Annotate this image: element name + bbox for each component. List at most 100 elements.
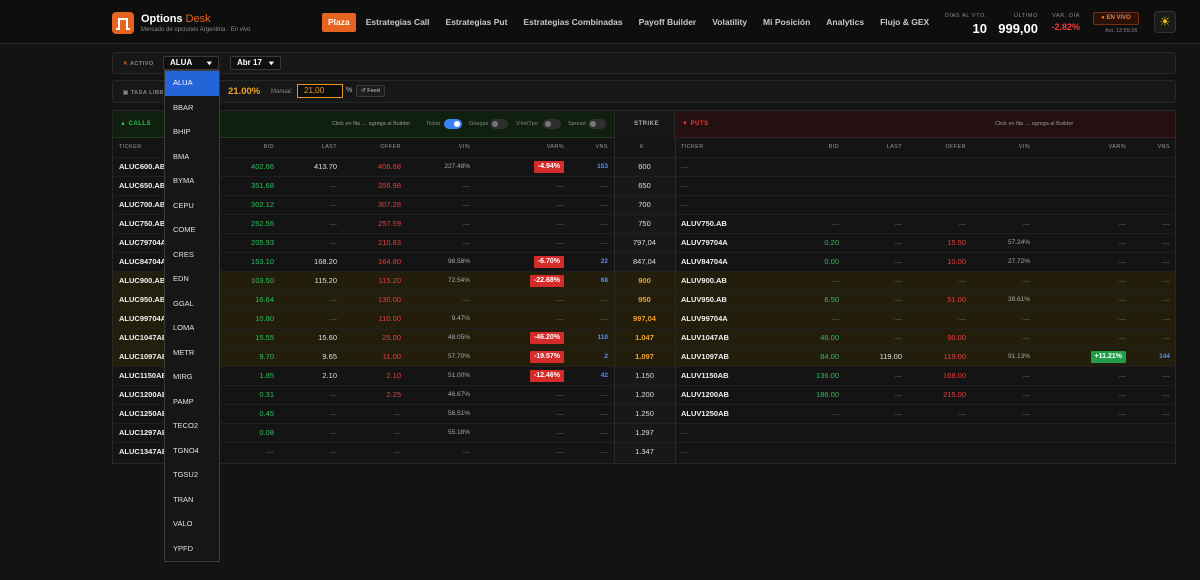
call-cell: ALUC79704A bbox=[119, 238, 167, 247]
live-badge: ● EN VIVO bbox=[1093, 12, 1139, 25]
main-nav: Plaza Estrategias Call Estrategias Put Estr… bbox=[322, 13, 935, 32]
dropdown-option-valo[interactable]: VALO bbox=[165, 512, 219, 537]
nav-tab-plaza[interactable]: Plaza bbox=[322, 13, 356, 32]
call-cell: — bbox=[329, 428, 338, 437]
manual-rate-input[interactable]: 21,00 bbox=[297, 84, 343, 98]
dropdown-option-tgsu2[interactable]: TGSU2 bbox=[165, 463, 219, 488]
table-row[interactable]: ALUC1297AB 0.08— —55.18% — —1.297— bbox=[113, 423, 1175, 442]
table-row[interactable]: ALUC950.AB 16.64 — 130.00 — — — 950 ALUV950.AB 6.… bbox=[113, 290, 1175, 309]
table-row[interactable]: ALUC900.AB 103.50 115.20 115.20 72.54% -22.68… bbox=[113, 271, 1175, 290]
dropdown-option-tgno4[interactable]: TGNO4 bbox=[165, 439, 219, 464]
put-cell: — bbox=[681, 447, 689, 456]
manual-label: Manual: bbox=[271, 89, 293, 95]
feed-button[interactable]: ↺ Feed bbox=[356, 85, 385, 97]
strike-cell: 797,04 bbox=[614, 234, 675, 252]
table-row[interactable]: ALUC79704A 205.93 — 210.83 — — — 797,04 ALUV7970… bbox=[113, 233, 1175, 252]
brand-title: Options Desk bbox=[141, 13, 211, 25]
strike-cell: 700 bbox=[614, 196, 675, 214]
put-cell: — bbox=[1022, 276, 1031, 285]
table-row[interactable]: ALUC1097AB 9.70 9.65 11.00 57.70% -19.57% 2 1.0… bbox=[113, 347, 1175, 366]
call-cell: — bbox=[462, 295, 471, 304]
dropdown-option-pamp[interactable]: PAMP bbox=[165, 390, 219, 415]
top-header: Options Desk Mercado de opciones Argenti… bbox=[0, 0, 1200, 44]
dropdown-option-alua[interactable]: ALUA bbox=[165, 71, 219, 96]
nav-tab-estrategias-combinadas[interactable]: Estrategias Combinadas bbox=[517, 13, 628, 32]
strike-cell: 950 bbox=[638, 295, 651, 304]
put-cell: ALUV1097AB bbox=[681, 352, 729, 361]
put-cell: 91.13% bbox=[1007, 353, 1030, 360]
call-cell: 153.10 bbox=[251, 257, 274, 266]
put-cell: — bbox=[1162, 238, 1171, 247]
put-cell: — bbox=[1022, 333, 1031, 342]
call-cell: — bbox=[462, 447, 471, 456]
expiry-select[interactable]: Abr 17 ▾ bbox=[230, 56, 281, 70]
dropdown-option-metr[interactable]: METR bbox=[165, 341, 219, 366]
nav-tab-volatility[interactable]: Volatility bbox=[706, 13, 753, 32]
nav-tab-payoff-builder[interactable]: Payoff Builder bbox=[633, 13, 703, 32]
table-row[interactable]: ALUC1150AB 1.85 2.10 2.10 51.00% -12.46% 42 1.1… bbox=[113, 366, 1175, 385]
table-row[interactable]: ALUC600.AB 402.66 413.70 406.68 227.48% -4.94… bbox=[113, 157, 1175, 176]
dropdown-option-bbar[interactable]: BBAR bbox=[165, 96, 219, 121]
put-cell: ALUV99704A bbox=[681, 314, 728, 323]
puts-header: ▼ PUTS Click en fila → agrega al Builder bbox=[675, 111, 1175, 138]
call-cell: 55.18% bbox=[447, 429, 470, 436]
table-row[interactable]: ALUC1250AB 0.45 — — 58.51% — — 1.250 ALUV1250AB —… bbox=[113, 404, 1175, 423]
nav-tab-estrategias-put[interactable]: Estrategias Put bbox=[440, 13, 514, 32]
put-cell: — bbox=[894, 257, 903, 266]
rate-value: 21.00% bbox=[228, 86, 261, 97]
dropdown-option-cepu[interactable]: CEPU bbox=[165, 194, 219, 219]
toggle-ticker[interactable] bbox=[444, 119, 462, 129]
call-cell: ALUC950.AB bbox=[119, 295, 166, 304]
table-row[interactable]: ALUC99704A 10.80 — 110.00 9.47% — — 997,04 ALUV9… bbox=[113, 309, 1175, 328]
put-cell: 168.00 bbox=[943, 371, 966, 380]
call-cell: ALUC99704A bbox=[119, 314, 167, 323]
call-cell: — bbox=[600, 314, 609, 323]
nav-tab-estrategias-call[interactable]: Estrategias Call bbox=[360, 13, 436, 32]
updated-time: Act. 12:55:26 bbox=[1105, 28, 1138, 34]
call-cell: 57.70% bbox=[447, 353, 470, 360]
call-cell: — bbox=[600, 200, 609, 209]
dropdown-option-teco2[interactable]: TECO2 bbox=[165, 414, 219, 439]
dropdown-option-bma[interactable]: BMA bbox=[165, 145, 219, 170]
dropdown-option-edn[interactable]: EDN bbox=[165, 267, 219, 292]
toggle-griegas[interactable] bbox=[490, 119, 508, 129]
dropdown-option-loma[interactable]: LOMA bbox=[165, 316, 219, 341]
table-row[interactable]: ALUC84704A 153.10 168.20 164.80 98.58% -6.70%… bbox=[113, 252, 1175, 271]
dropdown-option-mirg[interactable]: MIRG bbox=[165, 365, 219, 390]
dropdown-option-ypfd[interactable]: YPFD bbox=[165, 537, 219, 562]
toggle-vint[interactable] bbox=[543, 119, 561, 129]
put-cell: — bbox=[681, 428, 689, 437]
asset-select[interactable]: ALUA ▾ bbox=[163, 56, 219, 70]
call-cell: ALUC750.AB bbox=[119, 219, 166, 228]
dropdown-option-ggal[interactable]: GGAL bbox=[165, 292, 219, 317]
put-cell: 84.00 bbox=[820, 352, 839, 361]
dropdown-option-tran[interactable]: TRAN bbox=[165, 488, 219, 513]
dropdown-option-byma[interactable]: BYMA bbox=[165, 169, 219, 194]
nav-tab-mi-posici-n[interactable]: Mi Posición bbox=[757, 13, 816, 32]
dropdown-option-cres[interactable]: CRES bbox=[165, 243, 219, 268]
toggle-spread[interactable] bbox=[588, 119, 606, 129]
put-cell: — bbox=[1022, 314, 1031, 323]
put-cell: — bbox=[1022, 390, 1031, 399]
call-cell: — bbox=[600, 409, 609, 418]
nav-tab-analytics[interactable]: Analytics bbox=[820, 13, 870, 32]
dropdown-option-come[interactable]: COME bbox=[165, 218, 219, 243]
put-cell: ALUV950.AB bbox=[681, 295, 727, 304]
dropdown-option-bhip[interactable]: BHIP bbox=[165, 120, 219, 145]
strike-cell: 1.047 bbox=[635, 333, 654, 342]
table-row[interactable]: ALUC700.AB 302.12—307.28— — —700— bbox=[113, 195, 1175, 214]
table-row[interactable]: ALUC1047AB 15.55 15.60 25.00 48.05% -46.20% 11… bbox=[113, 328, 1175, 347]
sun-icon[interactable]: ☀ bbox=[1154, 11, 1176, 33]
call-cell: 9.65 bbox=[322, 352, 337, 361]
table-row[interactable]: ALUC650.AB 351.68—356.98— — —650— bbox=[113, 176, 1175, 195]
put-cell: — bbox=[1162, 257, 1171, 266]
table-row[interactable]: ALUC750.AB 252.56 — 257.59 — — — 750 ALUV750.AB —… bbox=[113, 214, 1175, 233]
put-cell: ALUV84704A bbox=[681, 257, 728, 266]
call-cell: — bbox=[600, 219, 609, 228]
table-row[interactable]: ALUC1347AB — — — — — —1.347— bbox=[113, 442, 1175, 461]
strike-cell: 1.347 bbox=[614, 443, 675, 461]
put-cell: — bbox=[958, 276, 967, 285]
last-price: ÚLTIMO 999,00 bbox=[998, 13, 1038, 36]
brand-subtitle: Mercado de opciones Argentina · En vivo bbox=[141, 27, 251, 33]
table-row[interactable]: ALUC1200AB 0.31 — 2.25 46.67% — — 1.200 ALUV1200… bbox=[113, 385, 1175, 404]
